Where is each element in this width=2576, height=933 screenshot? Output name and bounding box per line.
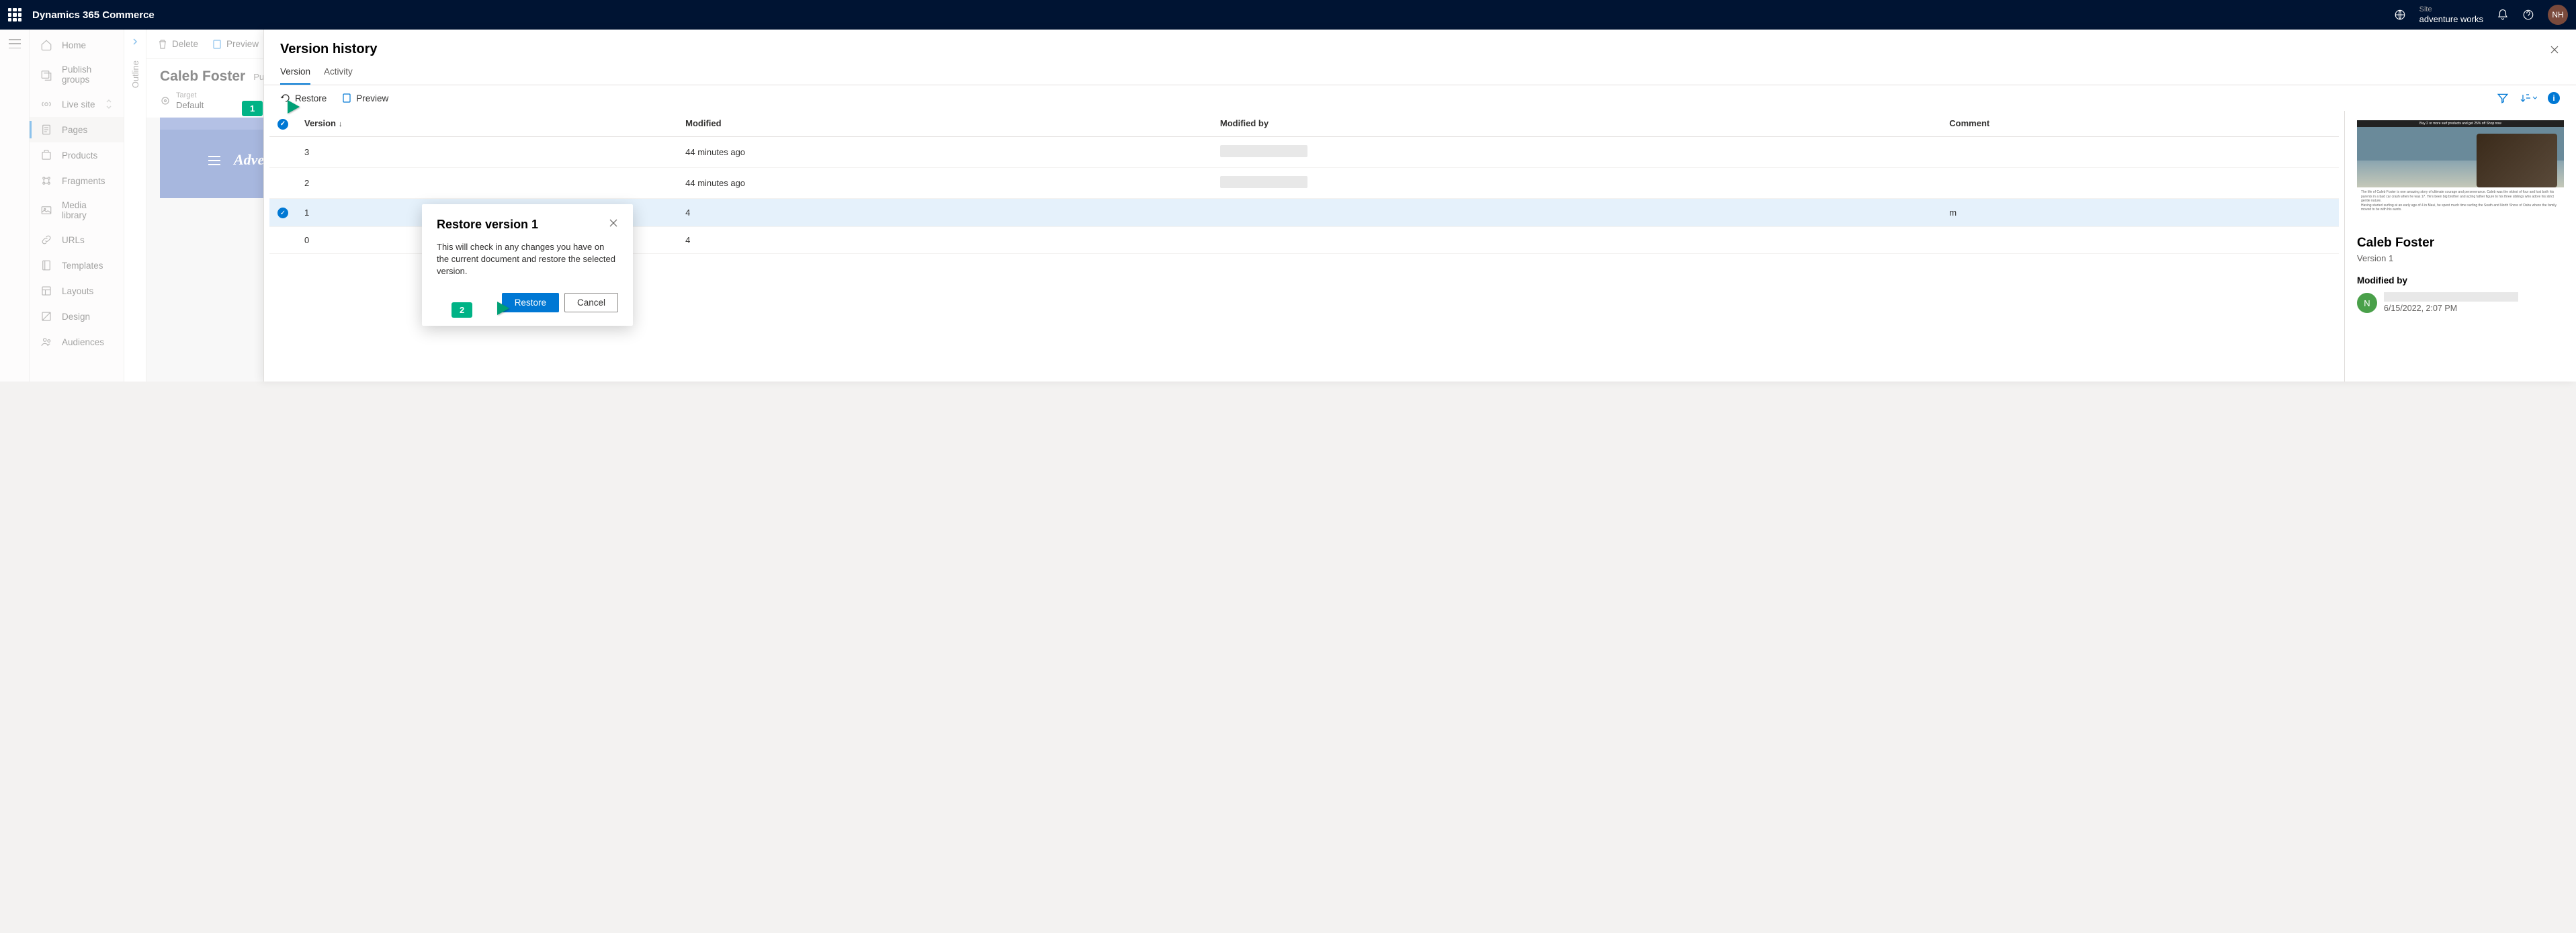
live-icon [40, 98, 52, 110]
table-row[interactable]: 2 44 minutes ago [269, 167, 2339, 198]
top-navbar: Dynamics 365 Commerce Site adventure wor… [0, 0, 2576, 30]
redacted-user [1220, 176, 1307, 188]
col-version[interactable]: Version↓ [296, 111, 677, 136]
delete-button[interactable]: Delete [157, 39, 198, 50]
page-title: Caleb Foster [160, 69, 245, 85]
sidebar-item-pages[interactable]: Pages [30, 117, 124, 142]
outline-expand-icon[interactable] [130, 36, 140, 47]
version-detail: Buy 2 or more surf products and get 25% … [2344, 111, 2576, 382]
panel-preview-button[interactable]: Preview [341, 93, 388, 103]
sidebar-nav: Home Publish groups Live site Pages Prod… [30, 30, 124, 382]
detail-title: Caleb Foster [2357, 236, 2564, 251]
sidebar-item-label: Fragments [62, 176, 105, 186]
media-icon [40, 204, 52, 216]
sidebar-item-label: Design [62, 312, 90, 322]
urls-icon [40, 234, 52, 246]
detail-version: Version 1 [2357, 253, 2564, 263]
preview-button[interactable]: Preview [212, 39, 259, 50]
detail-modified-by-label: Modified by [2357, 275, 2564, 285]
delete-icon [157, 39, 168, 50]
notifications-icon[interactable] [2497, 9, 2509, 21]
outline-label: Outline [130, 60, 140, 88]
products-icon [40, 149, 52, 161]
sidebar-item-label: Publish groups [62, 64, 113, 85]
audiences-icon [40, 336, 52, 348]
preview-icon [341, 93, 352, 103]
modal-body: This will check in any changes you have … [437, 241, 618, 278]
sidebar-item-templates[interactable]: Templates [30, 253, 124, 278]
nav-collapse-column [0, 30, 30, 382]
sidebar-item-label: Layouts [62, 286, 93, 296]
info-button[interactable]: i [2548, 92, 2560, 104]
user-avatar[interactable]: NH [2548, 5, 2568, 25]
panel-close-button[interactable] [2549, 44, 2560, 55]
detail-user: N 6/15/2022, 2:07 PM [2357, 292, 2564, 314]
canvas-hamburger-icon [207, 154, 222, 170]
publish-icon [40, 69, 52, 81]
table-row[interactable]: 3 44 minutes ago [269, 136, 2339, 167]
home-icon [40, 39, 52, 51]
modal-restore-button[interactable]: Restore [502, 293, 559, 312]
sidebar-item-layouts[interactable]: Layouts [30, 278, 124, 304]
sidebar-item-label: Pages [62, 125, 87, 135]
sidebar-item-label: URLs [62, 235, 85, 245]
sort-icon[interactable] [2520, 92, 2537, 104]
panel-tabs: Version Activity [264, 57, 2576, 85]
sidebar-item-fragments[interactable]: Fragments [30, 168, 124, 193]
pages-icon [40, 124, 52, 136]
sidebar-item-label: Home [62, 40, 86, 50]
sidebar-item-label: Products [62, 150, 97, 161]
col-modified[interactable]: Modified [677, 111, 1212, 136]
modal-close-button[interactable] [609, 218, 618, 231]
panel-title: Version history [280, 42, 378, 57]
tab-activity[interactable]: Activity [324, 66, 353, 85]
layouts-icon [40, 285, 52, 297]
sidebar-item-urls[interactable]: URLs [30, 227, 124, 253]
sidebar-item-publish-groups[interactable]: Publish groups [30, 58, 124, 91]
filter-icon[interactable] [2497, 92, 2509, 104]
sidebar-item-design[interactable]: Design [30, 304, 124, 329]
app-title: Dynamics 365 Commerce [32, 9, 155, 21]
target-selector[interactable]: Target Default [176, 91, 204, 111]
user-avatar-small: N [2357, 293, 2377, 313]
tab-version[interactable]: Version [280, 66, 310, 85]
sidebar-item-home[interactable]: Home [30, 32, 124, 58]
row-checkbox[interactable] [277, 208, 288, 218]
version-preview-thumbnail: Buy 2 or more surf products and get 25% … [2357, 120, 2564, 228]
sidebar-item-label: Media library [62, 200, 113, 220]
globe-icon[interactable] [2394, 9, 2406, 21]
sidebar-item-products[interactable]: Products [30, 142, 124, 168]
annotation-callout-1: 1 [242, 97, 300, 120]
sidebar-item-label: Live site [62, 99, 95, 109]
site-selector[interactable]: Site adventure works [2419, 5, 2483, 25]
outline-column: Outline [124, 30, 146, 382]
expand-collapse-icon [105, 99, 113, 109]
templates-icon [40, 259, 52, 271]
redacted-username [2384, 292, 2518, 302]
redacted-user [1220, 145, 1307, 157]
app-launcher-icon[interactable] [8, 8, 22, 21]
design-icon [40, 310, 52, 322]
target-icon [160, 95, 171, 106]
col-modified-by[interactable]: Modified by [1212, 111, 1941, 136]
sort-arrow-icon: ↓ [339, 120, 343, 128]
annotation-callout-2: 2 [452, 298, 509, 322]
fragments-icon [40, 175, 52, 187]
sidebar-item-live-site[interactable]: Live site [30, 91, 124, 117]
col-comment[interactable]: Comment [1941, 111, 2339, 136]
sidebar-item-media-library[interactable]: Media library [30, 193, 124, 227]
modal-cancel-button[interactable]: Cancel [564, 293, 618, 312]
sidebar-item-label: Audiences [62, 337, 104, 347]
sidebar-item-audiences[interactable]: Audiences [30, 329, 124, 355]
detail-date: 6/15/2022, 2:07 PM [2384, 303, 2518, 314]
panel-toolbar: Restore Preview i [264, 85, 2576, 111]
sidebar-item-label: Templates [62, 261, 103, 271]
modal-title: Restore version 1 [437, 218, 538, 232]
hamburger-icon[interactable] [9, 39, 21, 48]
help-icon[interactable] [2522, 9, 2534, 21]
preview-icon [212, 39, 222, 50]
